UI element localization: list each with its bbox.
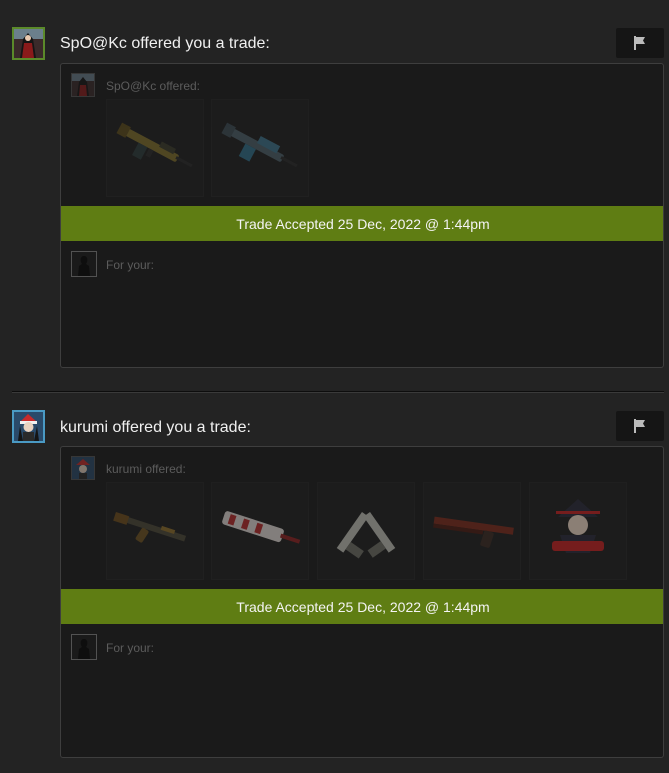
- trade-item-dual-pistols[interactable]: [317, 482, 415, 580]
- offered-label: kurumi offered:: [106, 462, 186, 476]
- report-button[interactable]: [616, 28, 664, 58]
- trade-item-sticker[interactable]: [529, 482, 627, 580]
- for-your-label: For your:: [106, 641, 155, 655]
- trade-offer-2: kurumi offered you a trade: kurumi offer…: [0, 393, 669, 773]
- trade-status-banner: Trade Accepted 25 Dec, 2022 @ 1:44pm: [61, 206, 663, 241]
- offered-label: SpO@Kc offered:: [106, 79, 201, 93]
- trade-item-rifle-red-white[interactable]: [211, 482, 309, 580]
- trade-item-machine-gun-green[interactable]: [106, 99, 204, 197]
- user-avatar-kurumi[interactable]: [12, 410, 45, 443]
- flag-icon: [634, 36, 645, 50]
- trade-panel: SpO@Kc offered: Trade Accepted 25 Dec, 2…: [60, 63, 664, 368]
- for-your-label: For your:: [106, 258, 155, 272]
- trade-status-banner: Trade Accepted 25 Dec, 2022 @ 1:44pm: [61, 589, 663, 624]
- my-avatar-silhouette: [71, 634, 97, 660]
- trade-item-pistol-red[interactable]: [423, 482, 521, 580]
- trade-item-machine-gun-blue[interactable]: [211, 99, 309, 197]
- my-avatar-silhouette: [71, 251, 97, 277]
- user-avatar-spokc[interactable]: [12, 27, 45, 60]
- report-button[interactable]: [616, 411, 664, 441]
- trade-offer-1: SpO@Kc offered you a trade: SpO@Kc offer…: [0, 0, 669, 392]
- trade-offer-header: SpO@Kc offered you a trade:: [60, 35, 270, 52]
- offerer-avatar-small: [71, 456, 95, 480]
- trade-panel: kurumi offered: Trade Accepted 25 Dec, 2…: [60, 446, 664, 758]
- trade-offer-header: kurumi offered you a trade:: [60, 419, 251, 436]
- flag-icon: [634, 419, 645, 433]
- offerer-avatar-small: [71, 73, 95, 97]
- trade-item-ak-rifle[interactable]: [106, 482, 204, 580]
